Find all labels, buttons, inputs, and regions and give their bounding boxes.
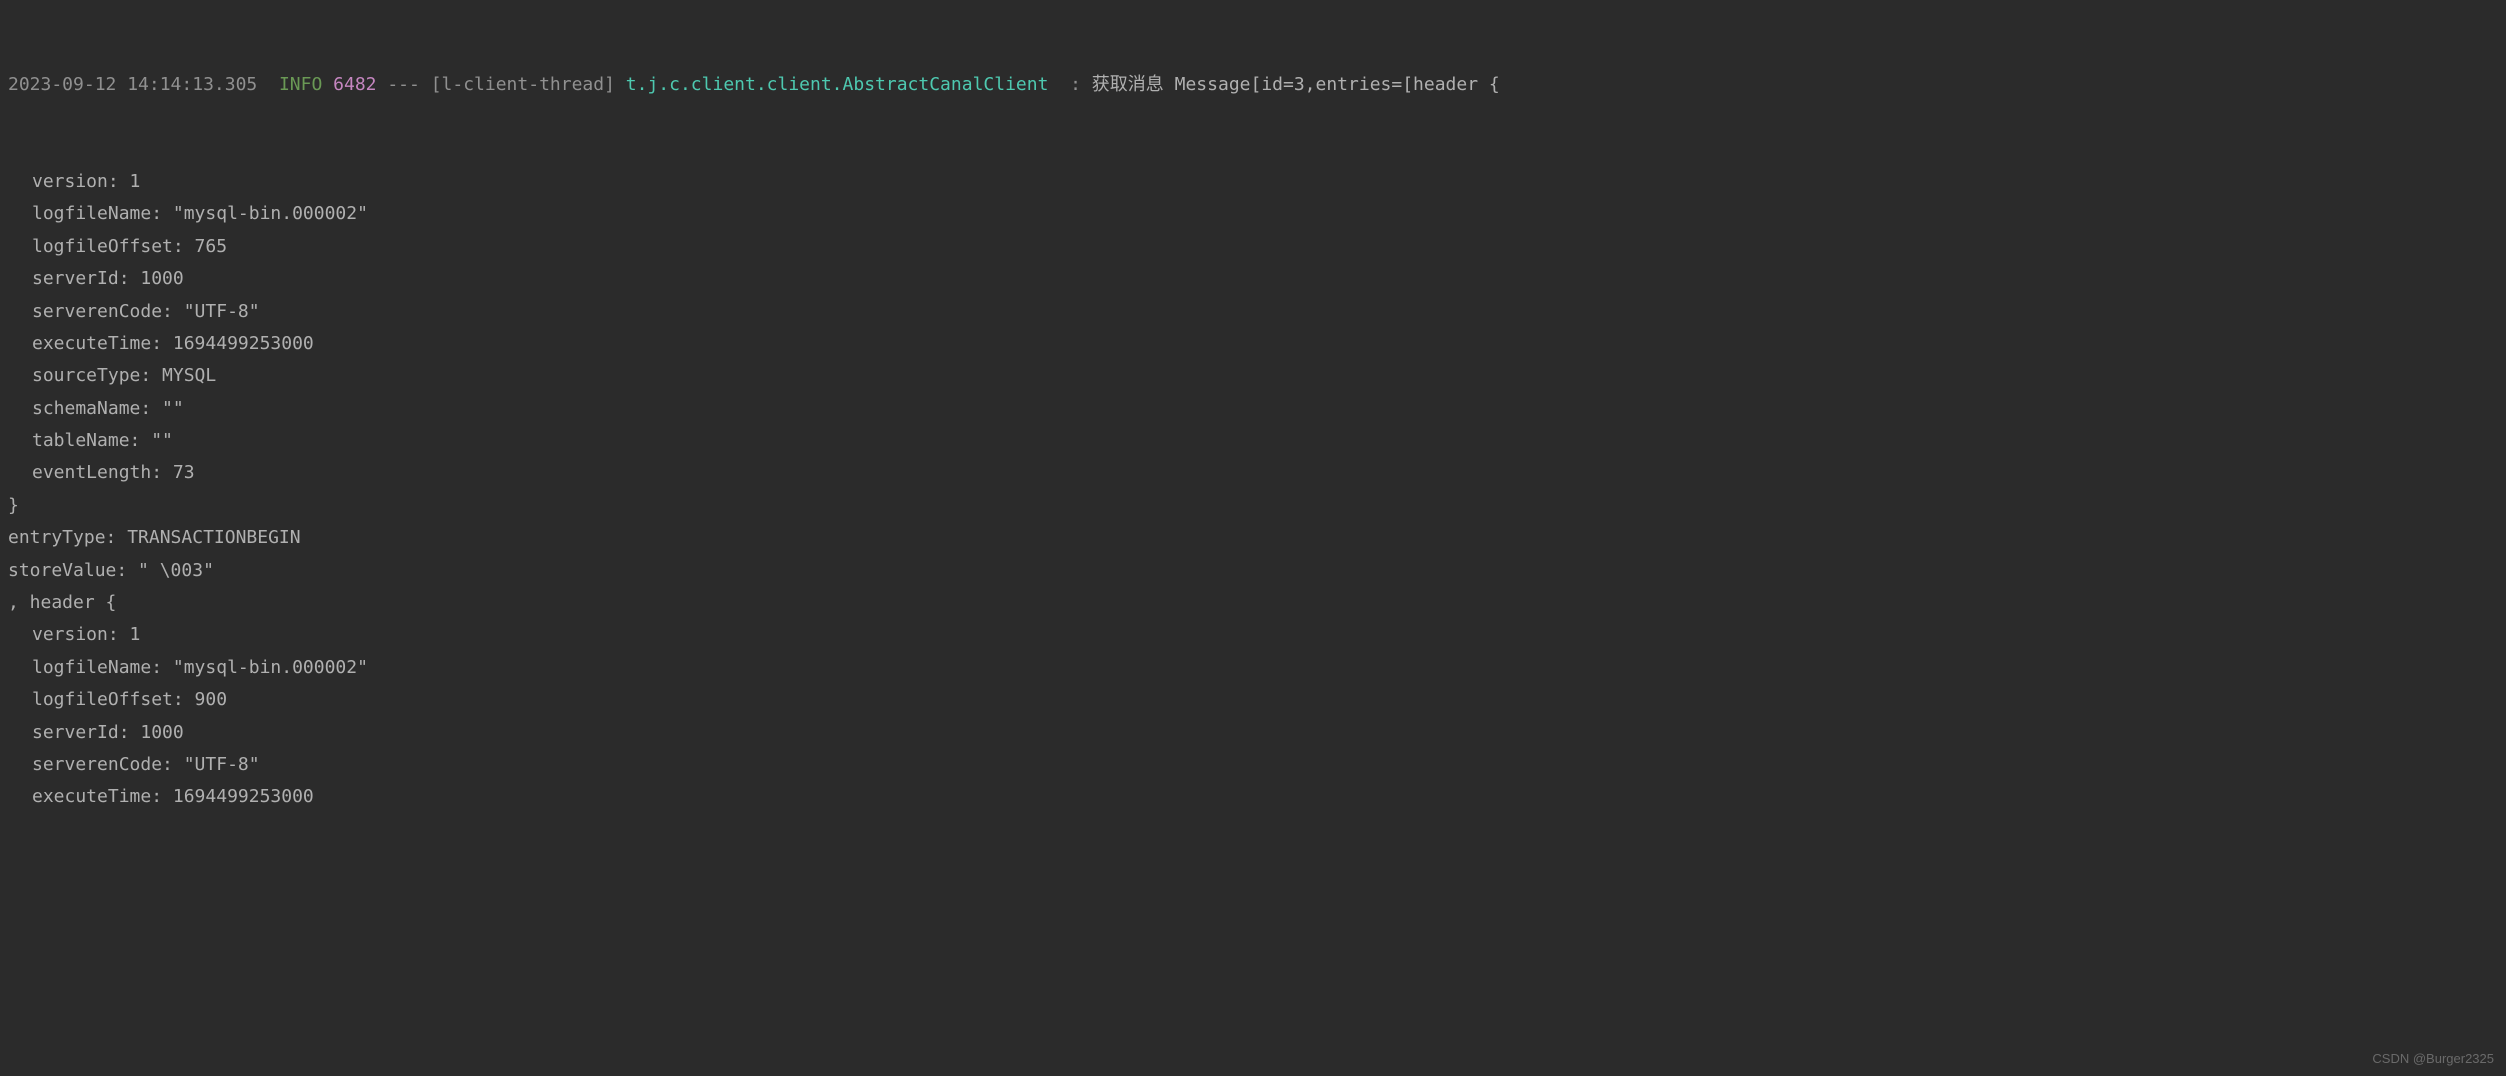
- log-line: version: 1: [4, 166, 2506, 198]
- watermark-text: CSDN @Burger2325: [2372, 1047, 2494, 1070]
- log-pid: 6482: [333, 74, 376, 95]
- log-colon: :: [1070, 74, 1081, 95]
- log-timestamp: 2023-09-12 14:14:13.305: [8, 74, 257, 95]
- log-line: tableName: "": [4, 425, 2506, 457]
- log-line: storeValue: " \003": [4, 555, 2506, 587]
- log-line: logfileName: "mysql-bin.000002": [4, 198, 2506, 230]
- log-line: }: [4, 490, 2506, 522]
- log-message-start: 获取消息 Message[id=3,entries=[header {: [1092, 74, 1500, 95]
- log-level: INFO: [279, 74, 322, 95]
- log-line: executeTime: 1694499253000: [4, 781, 2506, 813]
- log-line: eventLength: 73: [4, 457, 2506, 489]
- log-body: version: 1logfileName: "mysql-bin.000002…: [4, 166, 2506, 814]
- log-thread: [l-client-thread]: [431, 74, 615, 95]
- log-line: executeTime: 1694499253000: [4, 328, 2506, 360]
- log-line: serverenCode: "UTF-8": [4, 749, 2506, 781]
- log-line: serverId: 1000: [4, 717, 2506, 749]
- log-line: serverenCode: "UTF-8": [4, 296, 2506, 328]
- log-output: 2023-09-12 14:14:13.305 INFO 6482 --- [l…: [0, 4, 2506, 846]
- log-separator: ---: [387, 74, 420, 95]
- log-header-line: 2023-09-12 14:14:13.305 INFO 6482 --- [l…: [4, 69, 2506, 101]
- log-line: , header {: [4, 587, 2506, 619]
- log-line: logfileOffset: 900: [4, 684, 2506, 716]
- log-line: schemaName: "": [4, 393, 2506, 425]
- log-line: version: 1: [4, 619, 2506, 651]
- log-line: logfileName: "mysql-bin.000002": [4, 652, 2506, 684]
- log-line: logfileOffset: 765: [4, 231, 2506, 263]
- log-logger: t.j.c.client.client.AbstractCanalClient: [626, 74, 1049, 95]
- log-line: sourceType: MYSQL: [4, 360, 2506, 392]
- log-line: entryType: TRANSACTIONBEGIN: [4, 522, 2506, 554]
- log-line: serverId: 1000: [4, 263, 2506, 295]
